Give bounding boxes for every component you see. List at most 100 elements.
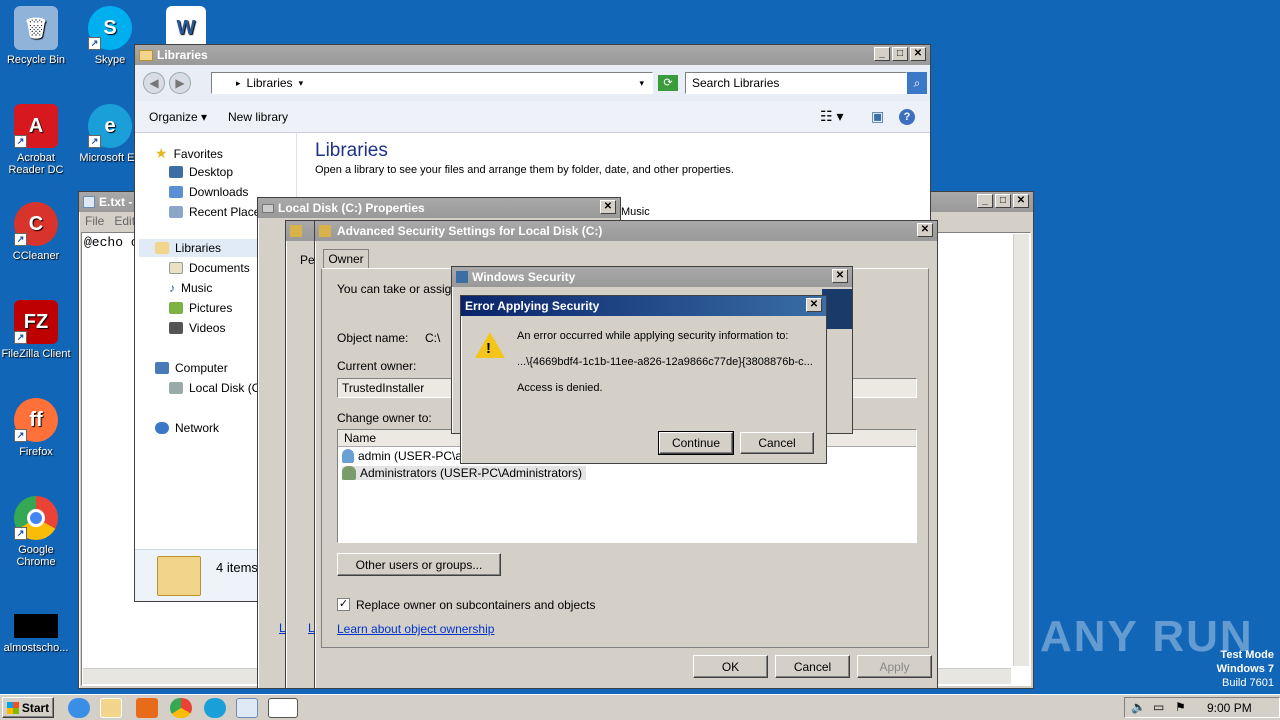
other-users-button[interactable]: Other users or groups...	[337, 553, 501, 576]
folder-icon	[139, 49, 153, 61]
desktop-icon-almostscho[interactable]: almostscho...	[0, 614, 72, 654]
replace-owner-checkbox[interactable]: ✓	[337, 598, 350, 611]
object-name-label: Object name:	[337, 331, 409, 345]
organize-button[interactable]: Organize ▾	[149, 110, 207, 124]
nav-libraries[interactable]: Libraries	[155, 241, 221, 255]
edge-taskbar-icon[interactable]	[204, 698, 226, 718]
ie-icon[interactable]	[68, 698, 90, 718]
clock[interactable]: 9:00 PM	[1207, 701, 1252, 715]
maximize-button[interactable]: □	[995, 194, 1011, 208]
libraries-titlebar[interactable]: Libraries _ □ ✕	[135, 45, 930, 65]
computer-icon	[155, 362, 169, 374]
continue-button[interactable]: Continue	[658, 431, 734, 455]
close-button[interactable]: ✕	[832, 269, 848, 283]
warning-icon-mark: !	[486, 340, 491, 357]
nav-computer[interactable]: Computer	[155, 361, 228, 375]
pictures-icon	[169, 302, 183, 314]
libraries-icon	[155, 242, 169, 254]
acrobat-icon: A ↗	[14, 104, 58, 148]
chrome-icon: ↗	[14, 496, 58, 540]
network-icon	[155, 422, 169, 434]
tab-permissions-stub[interactable]: Pe	[300, 253, 315, 267]
tab-owner[interactable]: Owner	[323, 249, 369, 269]
view-options-icon[interactable]: ☷ ▾	[820, 108, 843, 125]
drive-icon	[169, 382, 183, 394]
stacked-dialog-link-2[interactable]: L	[308, 621, 315, 635]
desktop-icon-firefox[interactable]: ff ↗ Firefox	[0, 398, 72, 458]
desktop-icon-acrobat[interactable]: A ↗ Acrobat Reader DC	[0, 104, 72, 176]
explorer-icon[interactable]	[100, 698, 122, 718]
stacked-dialog-link-1[interactable]: L	[279, 621, 286, 635]
address-field[interactable]: ▸ Libraries ▾ ▾	[211, 72, 653, 94]
chrome-taskbar-icon[interactable]	[170, 698, 192, 718]
desktop-icon-filezilla[interactable]: FZ ↗ FileZilla Client	[0, 300, 72, 360]
learn-ownership-link[interactable]: Learn about object ownership	[337, 622, 494, 636]
menu-file[interactable]: File	[85, 214, 104, 228]
chevron-down-icon[interactable]: ▾	[299, 78, 304, 89]
new-library-button[interactable]: New library	[228, 110, 288, 124]
folder-lock-icon	[319, 225, 331, 237]
apply-button[interactable]: Apply	[857, 655, 932, 678]
refresh-button[interactable]: ⟳	[658, 75, 678, 91]
nav-pictures[interactable]: Pictures	[169, 301, 232, 315]
vertical-scrollbar[interactable]	[1013, 234, 1029, 666]
breadcrumb-arrow: ▸	[236, 77, 241, 88]
user-icon	[342, 449, 354, 463]
action-center-icon[interactable]: ⚑	[1175, 700, 1186, 714]
address-dropdown-icon[interactable]: ▾	[639, 78, 644, 89]
search-input[interactable]: Search Libraries	[685, 72, 907, 94]
preview-pane-icon[interactable]: ▣	[871, 108, 884, 125]
back-button[interactable]: ◀	[143, 72, 165, 94]
documents-icon	[169, 262, 183, 274]
help-icon[interactable]: ?	[899, 109, 915, 125]
media-player-icon[interactable]	[136, 698, 158, 718]
nav-videos[interactable]: Videos	[169, 321, 225, 335]
folder-lock-icon	[290, 225, 302, 237]
notepad-taskbar-icon[interactable]	[236, 698, 258, 718]
page-subtitle: Open a library to see your files and arr…	[315, 164, 734, 176]
drive-properties-taskbar-icon[interactable]	[268, 698, 298, 718]
minimize-button[interactable]: _	[977, 194, 993, 208]
close-button[interactable]: ✕	[910, 47, 926, 61]
desktop-icon-recycle-bin[interactable]: 🗑 Recycle Bin	[0, 6, 72, 66]
forward-button[interactable]: ▶	[169, 72, 191, 94]
page-title: Libraries	[315, 140, 388, 161]
nav-local-disk[interactable]: Local Disk (C:)	[169, 381, 268, 395]
minimize-button[interactable]: _	[874, 47, 890, 61]
owner-row-administrators[interactable]: Administrators (USER-PC\Administrators)	[342, 466, 587, 480]
nav-recent-places[interactable]: Recent Places	[169, 205, 266, 219]
menu-edit[interactable]: Edit	[114, 214, 135, 228]
advanced-titlebar[interactable]: Advanced Security Settings for Local Dis…	[315, 221, 937, 241]
close-button[interactable]: ✕	[600, 200, 616, 214]
properties-titlebar[interactable]: Local Disk (C:) Properties ✕	[258, 198, 620, 218]
nav-desktop[interactable]: Desktop	[169, 165, 233, 179]
owner-row-admin[interactable]: admin (USER-PC\ad	[342, 449, 469, 463]
nav-documents[interactable]: Documents	[169, 261, 250, 275]
network-tray-icon[interactable]: ▭	[1153, 700, 1164, 714]
desktop-icon-ccleaner[interactable]: C ↗ CCleaner	[0, 202, 72, 262]
error-dialog: Error Applying Security ✕ ! An error occ…	[460, 295, 827, 464]
nav-favorites[interactable]: ★ Favorites	[155, 145, 223, 162]
filezilla-icon: FZ ↗	[14, 300, 58, 344]
nav-downloads[interactable]: Downloads	[169, 185, 248, 199]
close-button[interactable]: ✕	[806, 298, 822, 312]
library-music[interactable]: Music	[621, 206, 650, 218]
videos-icon	[169, 322, 183, 334]
close-button[interactable]: ✕	[917, 223, 933, 237]
nav-music[interactable]: ♪ Music	[169, 281, 212, 295]
windows-security-titlebar[interactable]: Windows Security ✕	[452, 267, 852, 287]
desktop-icon-chrome[interactable]: ↗ Google Chrome	[0, 496, 72, 568]
search-icon[interactable]: ⌕	[907, 72, 927, 94]
cancel-button[interactable]: Cancel	[775, 655, 850, 678]
close-button[interactable]: ✕	[1013, 194, 1029, 208]
volume-icon[interactable]: 🔈	[1131, 700, 1146, 714]
maximize-button[interactable]: □	[892, 47, 908, 61]
start-button[interactable]: Start	[2, 697, 54, 718]
change-owner-label: Change owner to:	[337, 411, 432, 425]
nav-network[interactable]: Network	[155, 421, 219, 435]
notepad-icon	[83, 196, 95, 208]
replace-owner-label: Replace owner on subcontainers and objec…	[356, 598, 596, 612]
cancel-button[interactable]: Cancel	[740, 432, 814, 454]
error-titlebar[interactable]: Error Applying Security ✕	[461, 296, 826, 316]
ok-button[interactable]: OK	[693, 655, 768, 678]
